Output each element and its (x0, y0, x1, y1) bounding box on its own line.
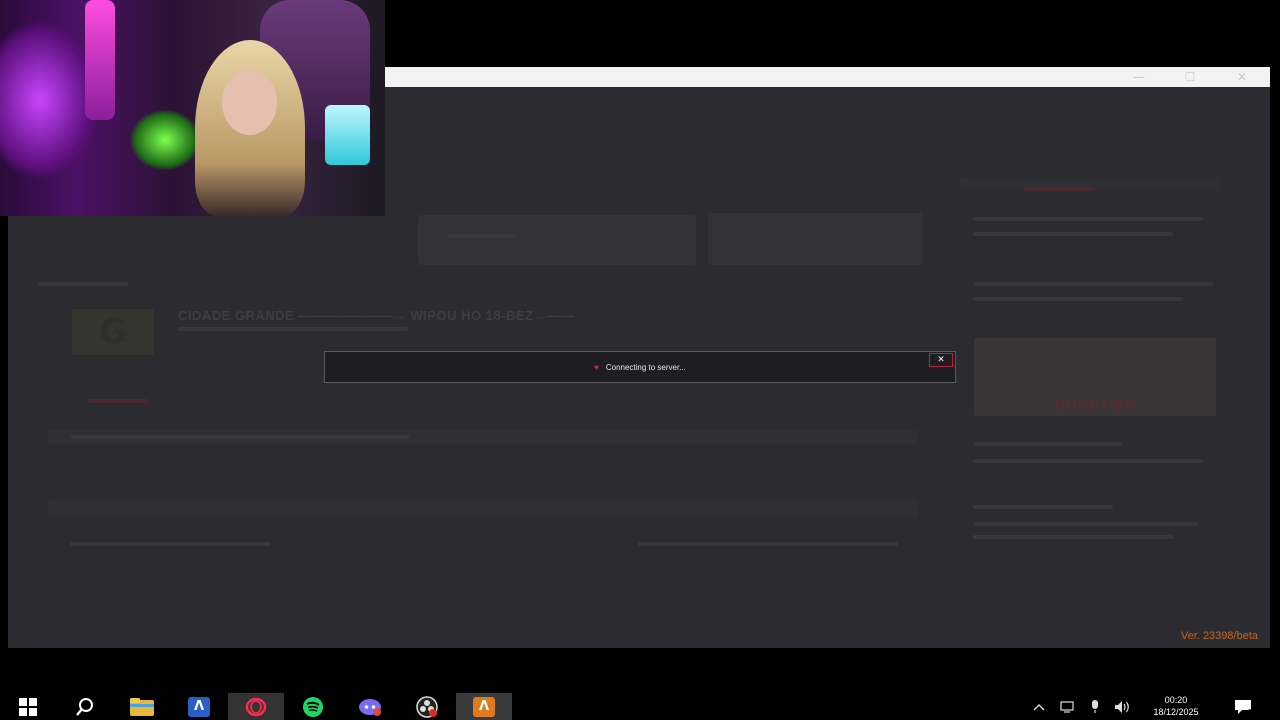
tray-overflow-button[interactable] (1028, 693, 1050, 720)
search-button[interactable] (57, 693, 113, 720)
neon-bar (85, 0, 115, 120)
heart-icon: ♥ (594, 362, 599, 372)
sidebar-tab-active (1024, 187, 1094, 191)
taskbar-opera-gx[interactable] (228, 693, 284, 720)
match-title: CIDADE GRANDE ———————→ WIPOU HO 18-BEZ←—… (178, 308, 575, 323)
tray-microphone-button[interactable] (1084, 693, 1106, 720)
ghost-text (973, 459, 1203, 463)
opera-gx-icon (245, 697, 267, 716)
tray-volume-button[interactable] (1111, 693, 1135, 720)
ghost-text (38, 282, 128, 286)
dialog-close-button[interactable]: ✕ (929, 353, 953, 367)
close-window-button[interactable]: ✕ (1219, 67, 1265, 87)
microphone-light (325, 105, 370, 165)
minimize-button[interactable]: — (1116, 67, 1162, 87)
ghost-text (973, 522, 1198, 526)
obs-icon (416, 695, 438, 718)
ghost-text (973, 282, 1213, 286)
taskbar-obs[interactable] (399, 693, 455, 720)
windows-start-icon (19, 697, 37, 716)
start-button[interactable] (0, 693, 56, 720)
ghost-text (70, 542, 270, 546)
ghost-text (70, 435, 410, 439)
app-a-blue-icon: Λ (188, 696, 210, 717)
streamer-face (222, 70, 277, 135)
search-icon (76, 697, 93, 716)
maximize-button[interactable]: ☐ (1167, 67, 1213, 87)
windows-taskbar: Λ Λ 00:20 18/12/2025 7 (0, 693, 1280, 720)
connecting-dialog: ♥ Connecting to server... ✕ (324, 351, 956, 383)
taskbar-app-orange[interactable]: Λ (456, 693, 512, 720)
ghost-tag (88, 399, 148, 403)
ghost-text (973, 442, 1123, 446)
bounties-promo-banner[interactable]: BOUNTIES (974, 338, 1216, 416)
top-card-left (418, 215, 696, 265)
ghost-text (973, 505, 1113, 509)
microphone-icon (1092, 699, 1098, 713)
ghost-text (178, 327, 408, 331)
volume-icon (1115, 700, 1129, 713)
version-label: Ver. 23398/beta (1180, 630, 1258, 642)
taskbar-app-blue[interactable]: Λ (171, 693, 227, 720)
discord-icon (359, 698, 381, 716)
spotify-icon (303, 696, 323, 717)
ghost-text (973, 297, 1183, 301)
ghost-text (448, 234, 518, 238)
clock-date: 18/12/2025 (1153, 707, 1199, 717)
connecting-message-row: ♥ Connecting to server... (325, 352, 955, 382)
ghost-text (973, 232, 1173, 236)
green-light (130, 110, 200, 170)
notification-count: 7 (1248, 708, 1252, 715)
top-card-right (708, 213, 923, 265)
ghost-text (973, 535, 1173, 539)
taskbar-discord[interactable] (342, 693, 398, 720)
notification-center-button[interactable]: 7 (1228, 693, 1260, 720)
taskbar-file-explorer[interactable] (114, 693, 170, 720)
display-icon (1060, 700, 1074, 713)
promo-label: BOUNTIES (1054, 396, 1136, 412)
ghost-text (638, 542, 898, 546)
taskbar-spotify[interactable] (285, 693, 341, 720)
app-titlebar: — ☐ ✕ (385, 67, 1270, 87)
taskbar-clock[interactable]: 00:20 18/12/2025 (1140, 694, 1212, 718)
connecting-message: Connecting to server... (605, 362, 686, 372)
table-header (48, 499, 918, 519)
team-logo: G (72, 309, 154, 355)
notification-icon: 7 (1235, 699, 1252, 715)
tray-meet-button[interactable] (1056, 693, 1078, 720)
webcam-overlay (0, 0, 385, 216)
clock-time: 00:20 (1164, 695, 1188, 705)
ghost-text (973, 217, 1203, 221)
file-explorer-icon (130, 697, 154, 716)
app-a-orange-icon: Λ (473, 696, 495, 717)
chevron-up-icon (1033, 703, 1045, 710)
